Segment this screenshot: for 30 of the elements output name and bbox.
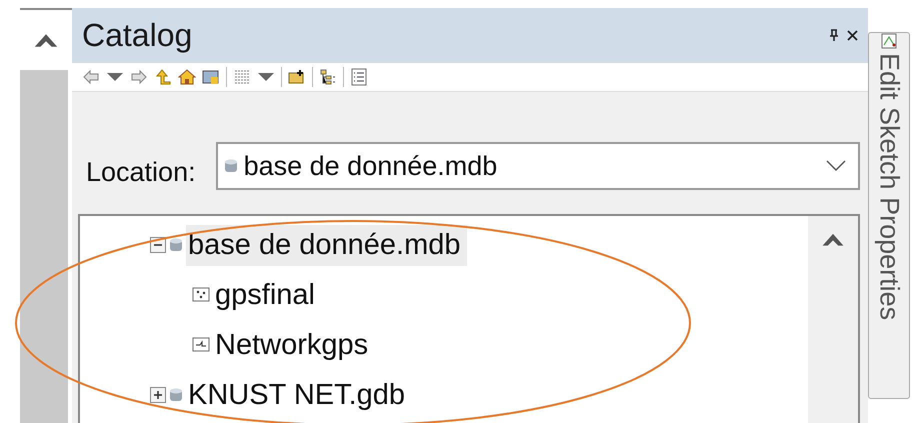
location-label: Location:: [86, 157, 196, 189]
side-tab-label: Edit Sketch Properties: [874, 53, 904, 320]
point-layer-icon: [192, 287, 210, 303]
location-combobox[interactable]: base de donnée.mdb: [216, 142, 860, 190]
network-layer-icon: [192, 337, 210, 353]
database-icon: [169, 237, 183, 253]
tree-item[interactable]: gpsfinal: [213, 274, 321, 316]
up-arrow-icon[interactable]: [154, 68, 172, 86]
back-arrow-icon[interactable]: [82, 68, 100, 86]
dropdown-arrow-icon[interactable]: [257, 72, 275, 82]
tree-item[interactable]: Networkgps: [213, 324, 374, 366]
grid-icon[interactable]: [233, 68, 251, 86]
chevron-down-icon[interactable]: [826, 160, 846, 172]
add-folder-icon[interactable]: [288, 68, 306, 86]
folder-icon[interactable]: [202, 68, 220, 86]
sketch-icon: [881, 33, 897, 49]
forward-arrow-icon[interactable]: [130, 68, 148, 86]
tree-item[interactable]: KNUST NET.gdb: [186, 374, 412, 416]
tree-view-icon[interactable]: [319, 68, 337, 86]
side-tab[interactable]: Edit Sketch Properties: [868, 32, 910, 399]
tree-item[interactable]: base de donnée.mdb: [186, 224, 466, 266]
database-icon: [169, 387, 183, 403]
pin-icon[interactable]: [829, 29, 839, 42]
dropdown-arrow-icon[interactable]: [106, 72, 124, 82]
home-icon[interactable]: [178, 68, 196, 86]
panel-title: Catalog: [82, 17, 192, 54]
expand-icon[interactable]: [150, 387, 166, 403]
database-icon: [224, 158, 238, 174]
list-view-icon[interactable]: [350, 68, 368, 86]
close-icon[interactable]: [847, 30, 858, 41]
